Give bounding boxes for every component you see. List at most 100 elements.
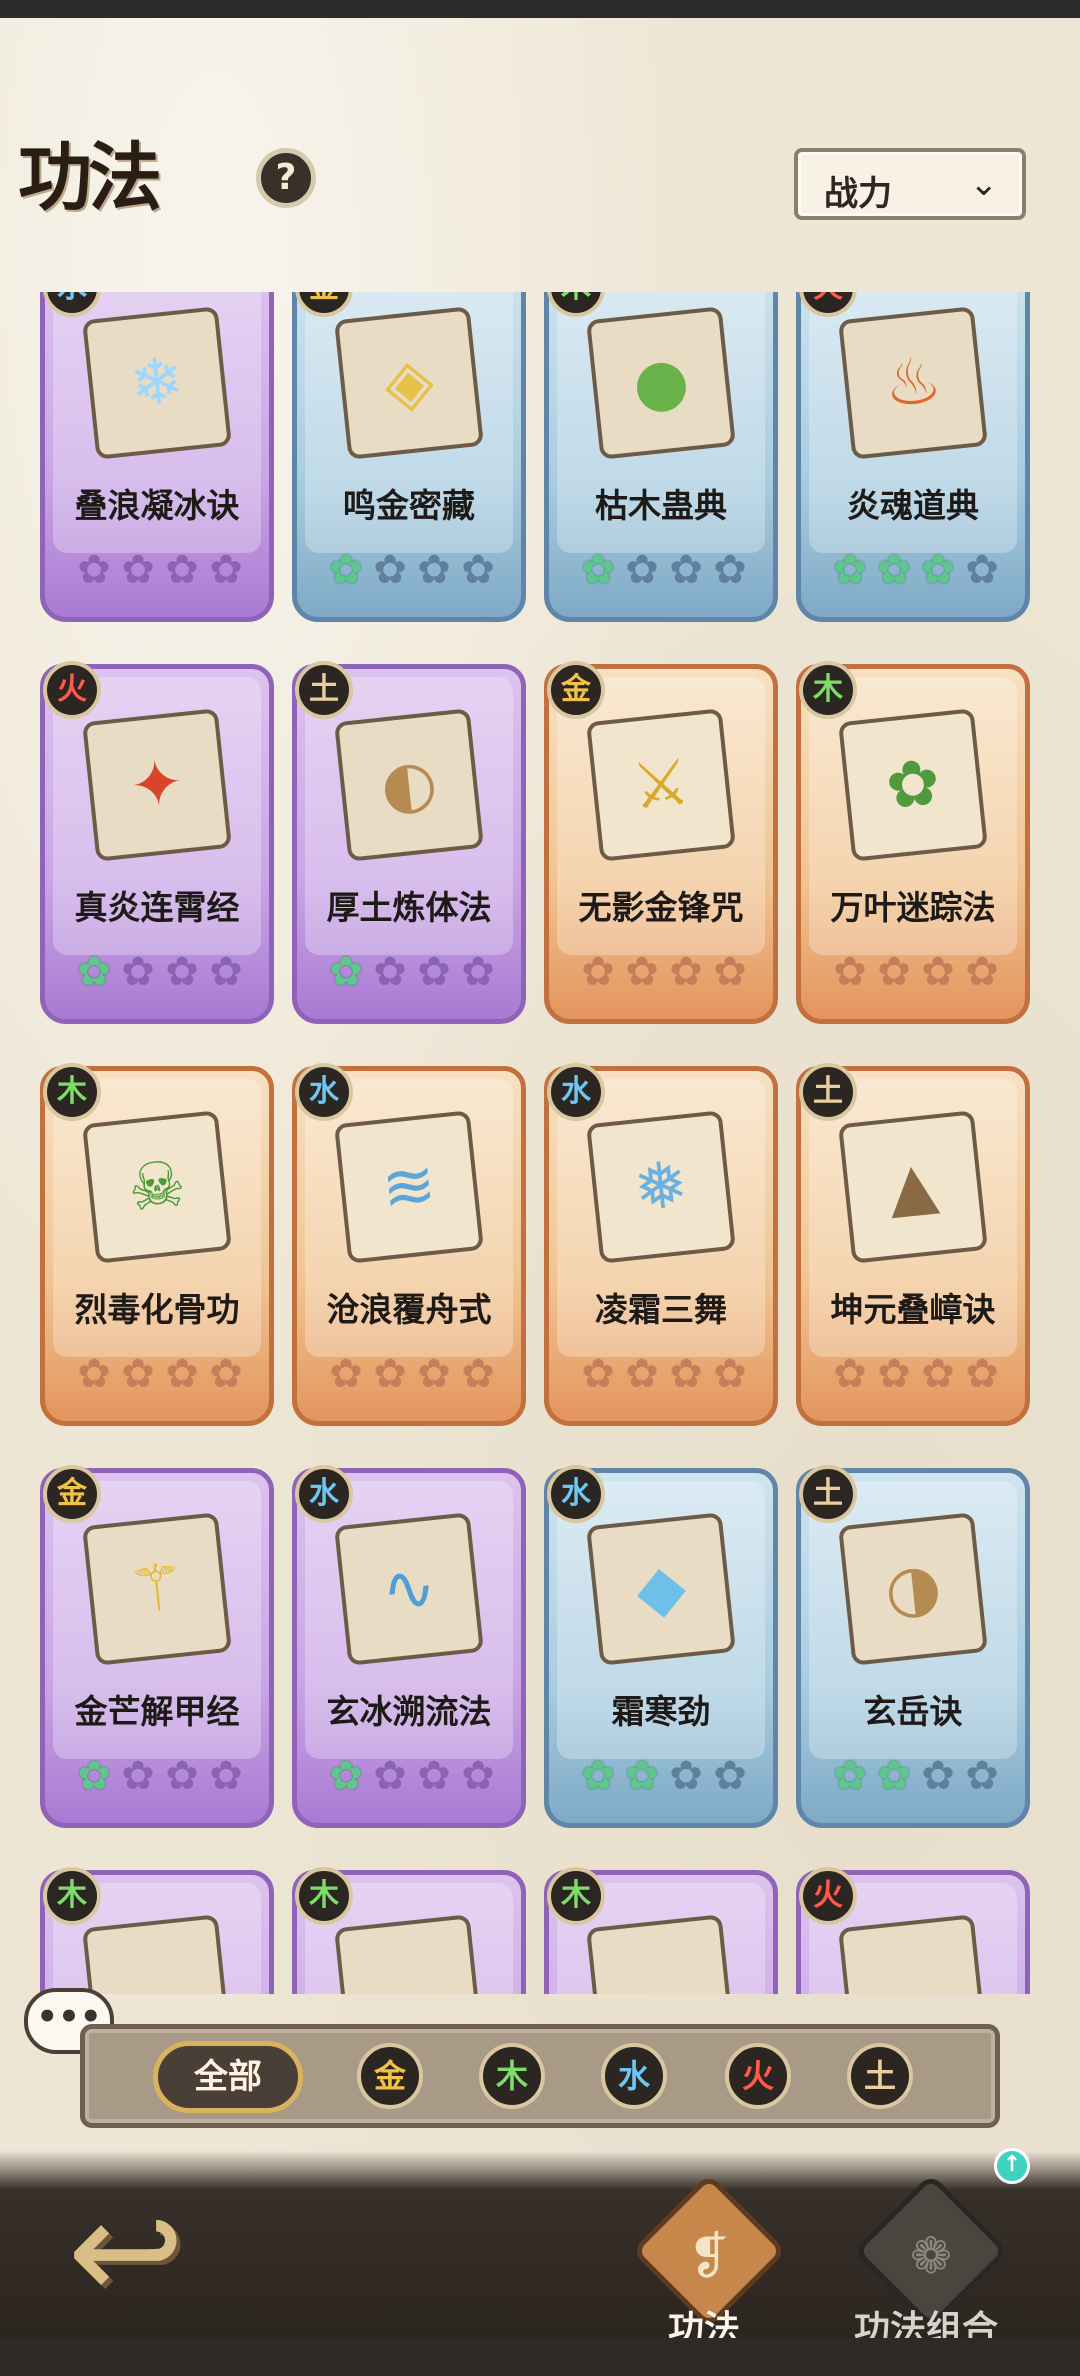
element-badge: 土 xyxy=(295,661,353,719)
skill-emblem-icon: ☠ xyxy=(124,1147,190,1227)
skill-book-icon: ◐ xyxy=(334,708,484,862)
skill-emblem-icon: ◆ xyxy=(632,1549,690,1629)
skill-book-icon xyxy=(586,1914,736,1994)
skill-card[interactable]: 水 ◆ 霜寒劲 ✿ ✿ ✿ ✿ xyxy=(544,1465,778,1828)
star-empty-icon: ✿ xyxy=(373,1351,407,1397)
star-filled-icon: ✿ xyxy=(581,547,615,593)
skill-name: 玄冰溯流法 xyxy=(326,1692,492,1731)
star-empty-icon: ✿ xyxy=(669,949,703,995)
skill-grid[interactable]: 水❄叠浪凝冰诀✿✿✿✿金◈鸣金密藏✿✿✿✿木●枯木蛊典✿✿✿✿火♨炎魂道典✿✿✿… xyxy=(40,292,1050,1994)
star-empty-icon: ✿ xyxy=(625,949,659,995)
star-rating: ✿ ✿ ✿ ✿ xyxy=(73,1353,247,1401)
skill-book-icon: ❄ xyxy=(82,306,232,460)
skill-emblem-icon: ✦ xyxy=(126,745,188,825)
star-filled-icon: ✿ xyxy=(877,1753,911,1799)
element-badge: 水 xyxy=(295,1063,353,1121)
star-empty-icon: ✿ xyxy=(965,547,999,593)
skill-book-icon xyxy=(334,1914,484,1994)
filter-earth-button[interactable]: 土 xyxy=(847,2043,913,2109)
element-badge: 火 xyxy=(799,1867,857,1925)
skill-name: 炎魂道典 xyxy=(847,486,979,525)
filter-fire-button[interactable]: 火 xyxy=(725,2043,791,2109)
filter-water-button[interactable]: 水 xyxy=(601,2043,667,2109)
skill-name: 厚土炼体法 xyxy=(326,888,492,927)
star-empty-icon: ✿ xyxy=(965,949,999,995)
skill-card[interactable]: 水 ❅ 凌霜三舞 ✿ ✿ ✿ ✿ xyxy=(544,1063,778,1426)
star-rating: ✿ ✿ ✿ ✿ xyxy=(577,549,751,597)
filter-metal-button[interactable]: 金 xyxy=(357,2043,423,2109)
star-filled-icon: ✿ xyxy=(833,547,867,593)
star-empty-icon: ✿ xyxy=(77,547,111,593)
star-empty-icon: ✿ xyxy=(713,1351,747,1397)
tab-skills[interactable]: ❡ 功法 xyxy=(604,2160,804,2360)
tab-skill-combos[interactable]: ❁ 功法组合 xyxy=(826,2160,1026,2360)
skill-card[interactable]: 水 ≋ 沧浪覆舟式 ✿ ✿ ✿ ✿ xyxy=(292,1063,526,1426)
star-empty-icon: ✿ xyxy=(921,949,955,995)
skill-card[interactable]: 木 ☠ 烈毒化骨功 ✿ ✿ ✿ ✿ xyxy=(40,1063,274,1426)
star-empty-icon: ✿ xyxy=(373,949,407,995)
skill-card[interactable]: 土 ▲ 坤元叠嶂诀 ✿ ✿ ✿ ✿ xyxy=(796,1063,1030,1426)
skill-card[interactable]: 金◈鸣金密藏✿✿✿✿ xyxy=(292,292,526,622)
skill-card[interactable]: 木●枯木蛊典✿✿✿✿ xyxy=(544,292,778,622)
skill-card[interactable]: 木 ✿ 万叶迷踪法 ✿ ✿ ✿ ✿ xyxy=(796,661,1030,1024)
skill-emblem-icon: ◈ xyxy=(380,343,438,423)
star-empty-icon: ✿ xyxy=(417,1753,451,1799)
chevron-down-icon: ⌄ xyxy=(969,164,999,204)
skill-card[interactable]: 金 ⚔ 无影金锋咒 ✿ ✿ ✿ ✿ xyxy=(544,661,778,1024)
star-filled-icon: ✿ xyxy=(77,1753,111,1799)
star-empty-icon: ✿ xyxy=(121,1753,155,1799)
skill-book-icon: ☠ xyxy=(82,1110,232,1264)
element-badge: 土 xyxy=(799,1063,857,1121)
star-filled-icon: ✿ xyxy=(833,1753,867,1799)
star-rating: ✿ ✿ ✿ ✿ xyxy=(325,951,499,999)
skill-book-icon: ♨ xyxy=(838,306,988,460)
skill-card[interactable]: 火♨炎魂道典✿✿✿✿ xyxy=(796,292,1030,622)
skill-name: 万叶迷踪法 xyxy=(830,888,996,927)
skill-card[interactable]: 火 ✦ 真炎连霄经 ✿ ✿ ✿ ✿ xyxy=(40,661,274,1024)
skill-book-icon: ✿ xyxy=(838,708,988,862)
filter-all-button[interactable]: 全部 xyxy=(153,2041,303,2113)
star-empty-icon: ✿ xyxy=(833,1351,867,1397)
sort-dropdown[interactable]: 战力 ⌄ xyxy=(794,148,1026,220)
star-rating: ✿ ✿ ✿ ✿ xyxy=(577,1755,751,1803)
skill-name: 枯木蛊典 xyxy=(595,486,727,525)
skill-card[interactable]: 水❄叠浪凝冰诀✿✿✿✿ xyxy=(40,292,274,622)
star-empty-icon: ✿ xyxy=(461,1753,495,1799)
help-button[interactable]: ? xyxy=(256,148,316,208)
element-badge: 木 xyxy=(43,1063,101,1121)
star-empty-icon: ✿ xyxy=(461,547,495,593)
skill-card[interactable]: 木✿✿✿✿ xyxy=(40,1867,274,1994)
skill-emblem-icon: ◐ xyxy=(377,745,441,825)
star-empty-icon: ✿ xyxy=(209,1753,243,1799)
skill-emblem-icon: ❄ xyxy=(126,343,188,423)
page-title: 功法 xyxy=(18,135,162,221)
back-arrow-icon[interactable]: ↩ xyxy=(56,2182,196,2322)
star-filled-icon: ✿ xyxy=(329,547,363,593)
star-empty-icon: ✿ xyxy=(877,1351,911,1397)
star-empty-icon: ✿ xyxy=(417,1351,451,1397)
element-badge: 水 xyxy=(547,1465,605,1523)
skill-card[interactable]: 火✿✿✿✿ xyxy=(796,1867,1030,1994)
skill-name: 霜寒劲 xyxy=(611,1692,711,1731)
skill-card[interactable]: 金 ⚚ 金芒解甲经 ✿ ✿ ✿ ✿ xyxy=(40,1465,274,1828)
skill-name: 真炎连霄经 xyxy=(74,888,240,927)
star-empty-icon: ✿ xyxy=(417,547,451,593)
star-empty-icon: ✿ xyxy=(581,1351,615,1397)
skill-card[interactable]: 水 ∿ 玄冰溯流法 ✿ ✿ ✿ ✿ xyxy=(292,1465,526,1828)
star-empty-icon: ✿ xyxy=(373,547,407,593)
scroll-icon: ❡ xyxy=(688,2227,730,2285)
skill-emblem-icon xyxy=(590,1919,731,1994)
skill-emblem-icon: ▲ xyxy=(884,1147,942,1227)
filter-wood-button[interactable]: 木 xyxy=(479,2043,545,2109)
element-badge: 金 xyxy=(547,661,605,719)
skill-card[interactable]: 木✿✿✿✿ xyxy=(544,1867,778,1994)
skill-card[interactable]: 土 ◑ 玄岳诀 ✿ ✿ ✿ ✿ xyxy=(796,1465,1030,1828)
skill-card[interactable]: 木✿✿✿✿ xyxy=(292,1867,526,1994)
star-empty-icon: ✿ xyxy=(329,1351,363,1397)
skill-name: 玄岳诀 xyxy=(863,1692,963,1731)
star-rating: ✿ ✿ ✿ ✿ xyxy=(325,549,499,597)
star-empty-icon: ✿ xyxy=(921,1753,955,1799)
skill-card[interactable]: 土 ◐ 厚土炼体法 ✿ ✿ ✿ ✿ xyxy=(292,661,526,1024)
star-empty-icon: ✿ xyxy=(165,1753,199,1799)
skill-emblem-icon xyxy=(338,1919,479,1994)
